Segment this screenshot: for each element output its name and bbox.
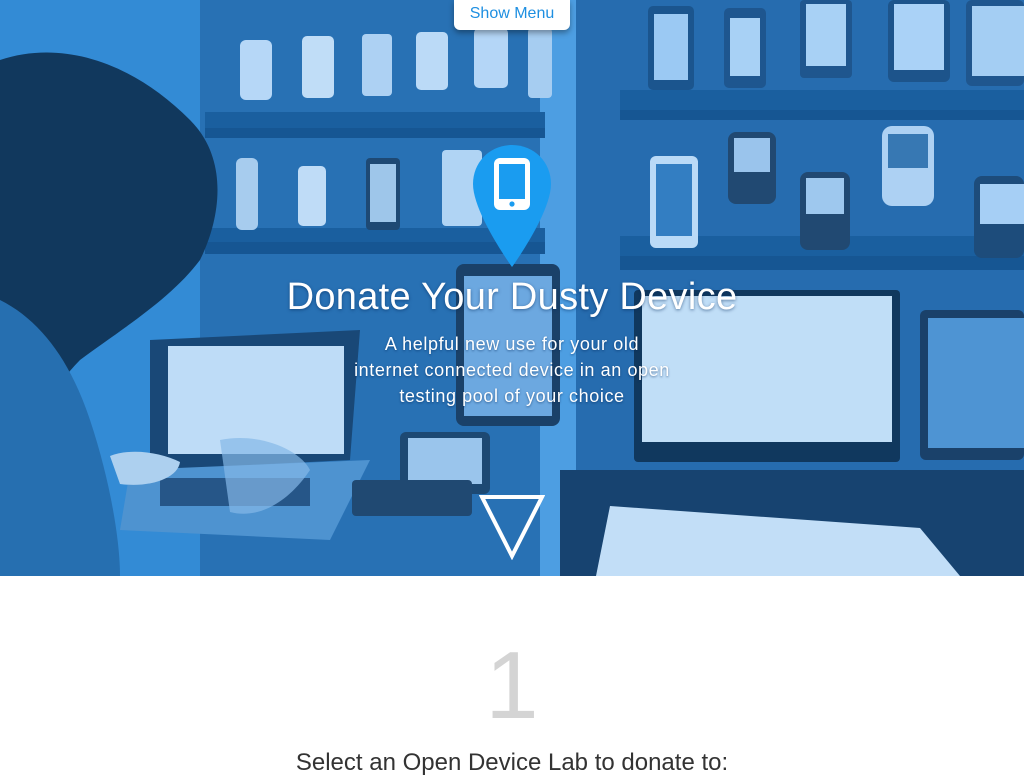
hero-subtitle: A helpful new use for your old internet … bbox=[354, 334, 670, 406]
hero-section: Show Menu Donate Your Dusty Device A hel… bbox=[0, 0, 1024, 576]
triangle-down-icon[interactable] bbox=[479, 494, 545, 560]
hero-title: Donate Your Dusty Device bbox=[286, 276, 738, 318]
step-heading: Select an Open Device Lab to donate to: bbox=[295, 749, 729, 776]
step-section: 1 Select an Open Device Lab to donate to… bbox=[0, 576, 1024, 776]
step-number: 1 bbox=[485, 632, 539, 739]
show-menu-button[interactable]: Show Menu bbox=[454, 0, 570, 30]
mobile-device-pin-icon bbox=[473, 145, 551, 267]
